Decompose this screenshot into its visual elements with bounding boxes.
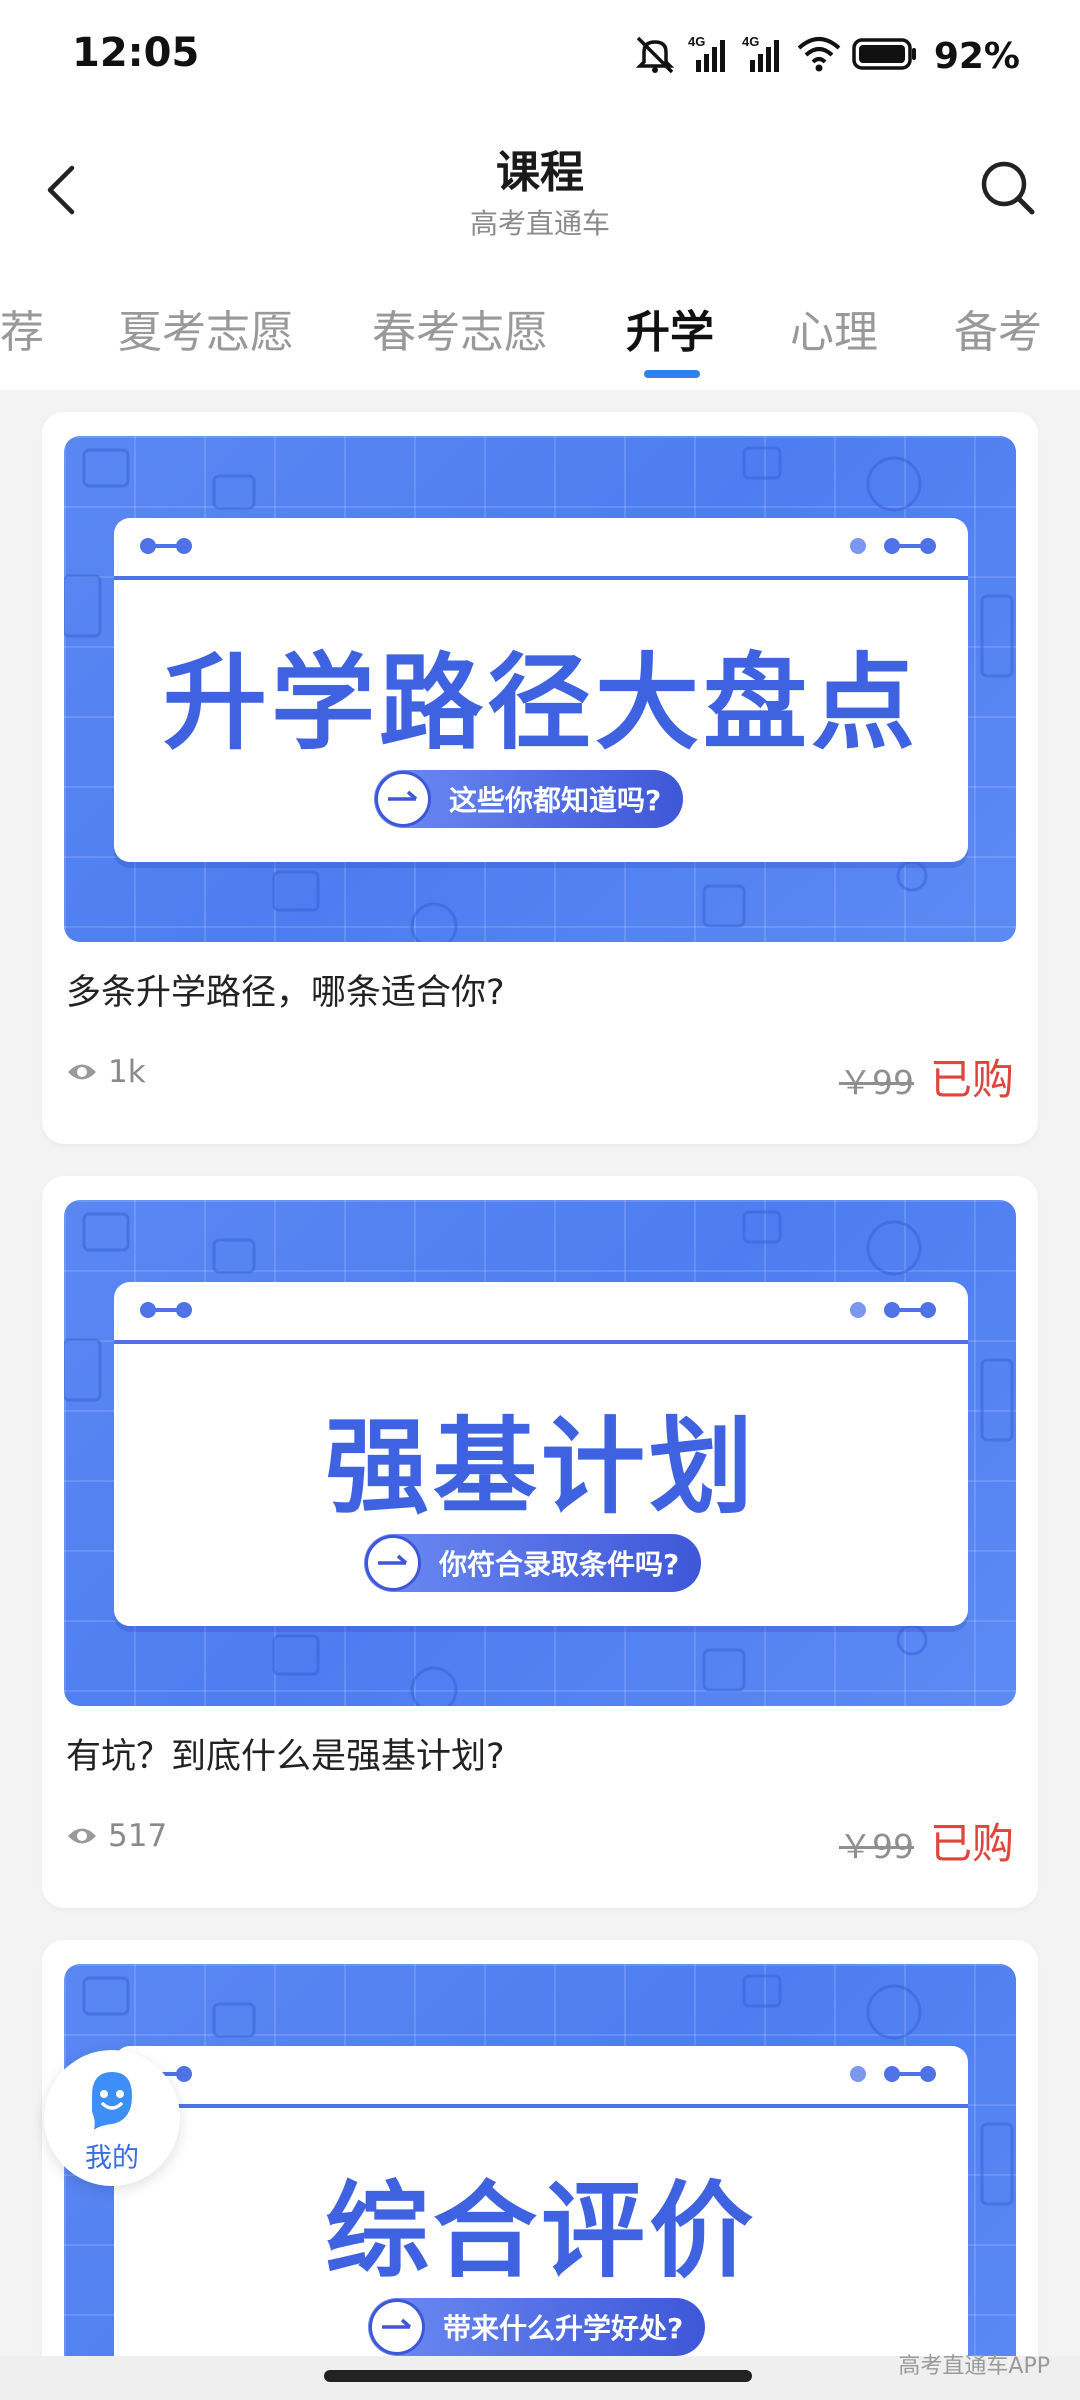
arrow-right-icon (369, 2299, 425, 2355)
banner-tagline-pill: 这些你都知道吗? (374, 770, 684, 828)
course-card[interactable]: 升学路径大盘点 这些你都知道吗? 多条升学路径，哪条适合你? 1k ￥99 已购 (42, 412, 1038, 1144)
arrow-right-icon (365, 1535, 421, 1591)
signal-icon-1: 4G (688, 34, 732, 78)
search-icon (981, 161, 1035, 215)
eye-icon (68, 1064, 96, 1080)
eye-icon (68, 1828, 96, 1844)
banner-tagline: 带来什么升学好处? (443, 2312, 684, 2345)
tab-psychology[interactable]: 心理 (790, 296, 878, 360)
view-count: 517 (66, 1818, 167, 1854)
battery-icon (852, 34, 918, 78)
course-title: 有坑？到底什么是强基计划? (66, 1737, 505, 1777)
page-subtitle: 高考直通车 (469, 207, 610, 240)
my-label: 我的 (85, 2143, 139, 2174)
tab-spring-volunteer[interactable]: 春考志愿 (372, 296, 548, 360)
active-tab-indicator (644, 370, 700, 378)
network-1-label: 4G (688, 34, 705, 49)
banner-tagline-pill: 带来什么升学好处? (368, 2298, 706, 2356)
app-header: 课程 高考直通车 (0, 120, 1080, 257)
my-floating-button[interactable]: 我的 (44, 2050, 180, 2186)
network-2-label: 4G (742, 34, 759, 49)
view-count-value: 1k (108, 1054, 146, 1090)
tab-exam-prep[interactable]: 备考 (954, 296, 1042, 360)
status-icons: 4G 4G 92% (632, 34, 1020, 78)
course-banner: 升学路径大盘点 这些你都知道吗? (64, 436, 1016, 942)
status-bar: 12:05 4G 4G 92% (0, 0, 1080, 120)
course-card[interactable]: 综合评价 带来什么升学好处? (42, 1940, 1038, 2380)
banner-window: 升学路径大盘点 这些你都知道吗? (114, 518, 968, 862)
banner-tagline: 你符合录取条件吗? (439, 1548, 680, 1581)
original-price: ￥99 (839, 1063, 914, 1102)
banner-tagline: 这些你都知道吗? (449, 784, 662, 817)
robot-icon (92, 2072, 132, 2130)
course-title: 多条升学路径，哪条适合你? (66, 973, 505, 1013)
app-watermark: 高考直通车APP (898, 2354, 1050, 2379)
home-indicator[interactable] (324, 2370, 752, 2382)
banner-title: 升学路径大盘点 (162, 642, 919, 764)
banner-tagline-pill: 你符合录取条件吗? (364, 1534, 702, 1592)
wifi-icon (796, 34, 842, 78)
category-tabs: 荐 夏考志愿 春考志愿 升学 心理 备考 (0, 256, 1080, 390)
course-banner: 强基计划 你符合录取条件吗? (64, 1200, 1016, 1706)
search-button[interactable] (976, 156, 1040, 220)
tab-recommend[interactable]: 荐 (0, 296, 44, 360)
original-price: ￥99 (839, 1827, 914, 1866)
banner-title: 综合评价 (324, 2170, 757, 2292)
banner-title: 强基计划 (324, 1406, 757, 1528)
signal-icon-2: 4G (742, 34, 786, 78)
battery-percent: 92% (933, 35, 1020, 77)
purchased-badge: 已购 (929, 1055, 1014, 1104)
course-card[interactable]: 强基计划 你符合录取条件吗? 有坑？到底什么是强基计划? 517 ￥99 已购 (42, 1176, 1038, 1908)
tab-summer-volunteer[interactable]: 夏考志愿 (118, 296, 294, 360)
banner-window: 强基计划 你符合录取条件吗? (114, 1282, 968, 1626)
banner-window: 综合评价 带来什么升学好处? (114, 2046, 968, 2380)
mute-icon (632, 34, 678, 78)
purchased-badge: 已购 (929, 1819, 1014, 1868)
view-count-value: 517 (108, 1818, 168, 1854)
view-count: 1k (66, 1054, 146, 1090)
course-banner: 综合评价 带来什么升学好处? (64, 1964, 1016, 2380)
tab-further-study[interactable]: 升学 (626, 296, 714, 360)
page-title: 课程 (496, 147, 584, 198)
status-time: 12:05 (72, 30, 200, 76)
arrow-right-icon (375, 771, 431, 827)
